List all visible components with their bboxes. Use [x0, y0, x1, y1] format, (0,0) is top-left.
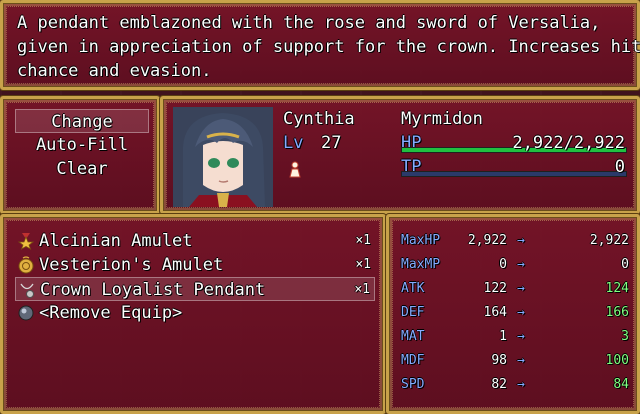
param-name: MDF	[401, 353, 425, 368]
param-row-mdf: MDF 98 → 100	[401, 349, 631, 373]
actor-portrait	[173, 107, 273, 207]
actor-level: 27	[321, 133, 342, 153]
help-text-line-3: chance and evasion.	[17, 61, 212, 81]
star-medal-icon	[17, 232, 35, 250]
param-current: 122	[483, 281, 507, 296]
item-row-crown-loyalist-pendant[interactable]: Crown Loyalist Pendant ×1	[15, 277, 375, 301]
param-current: 1	[499, 329, 507, 344]
gold-coin-amulet-icon	[17, 256, 35, 274]
actor-class: Myrmidon	[401, 109, 483, 129]
orb-icon	[17, 304, 35, 322]
item-name: <Remove Equip>	[39, 303, 183, 323]
right-arrow-icon: →	[517, 329, 525, 344]
item-name: Crown Loyalist Pendant	[40, 280, 266, 300]
actor-status-window: Cynthia Lv 27 Myrmidon HP 2,922/2,922 TP…	[160, 96, 640, 214]
param-name: ATK	[401, 281, 425, 296]
item-name: Alcinian Amulet	[39, 231, 193, 251]
param-current: 0	[499, 257, 507, 272]
command-window: Change Auto-Fill Clear	[0, 96, 160, 214]
param-current: 98	[491, 353, 507, 368]
param-new: 166	[605, 305, 629, 320]
hp-value: 2,922/2,922	[512, 133, 625, 153]
param-name: SPD	[401, 377, 425, 392]
item-row-remove-equip[interactable]: <Remove Equip>	[15, 301, 375, 325]
param-name: MaxHP	[401, 233, 441, 248]
right-arrow-icon: →	[517, 257, 525, 272]
param-row-atk: ATK 122 → 124	[401, 277, 631, 301]
figure-icon	[287, 161, 303, 179]
item-row-alcinian-amulet[interactable]: Alcinian Amulet ×1	[15, 229, 375, 253]
parameter-compare-window: MaxHP 2,922 → 2,922 MaxMP 0 → 0 ATK 122 …	[386, 214, 640, 414]
actor-name: Cynthia	[283, 109, 355, 129]
param-new: 124	[605, 281, 629, 296]
param-current: 82	[491, 377, 507, 392]
param-current: 164	[483, 305, 507, 320]
param-name: MAT	[401, 329, 425, 344]
param-row-maxmp: MaxMP 0 → 0	[401, 253, 631, 277]
param-new: 3	[621, 329, 629, 344]
right-arrow-icon: →	[517, 233, 525, 248]
param-row-spd: SPD 82 → 84	[401, 373, 631, 397]
right-arrow-icon: →	[517, 305, 525, 320]
param-row-maxhp: MaxHP 2,922 → 2,922	[401, 229, 631, 253]
param-new: 84	[613, 377, 629, 392]
param-name: MaxMP	[401, 257, 441, 272]
auto-fill-command[interactable]: Auto-Fill	[15, 133, 149, 157]
item-name: Vesterion's Amulet	[39, 255, 224, 275]
param-row-def: DEF 164 → 166	[401, 301, 631, 325]
level-label: Lv	[283, 133, 304, 153]
item-count: ×1	[354, 282, 370, 297]
help-text-line-2: given in appreciation of support for the…	[17, 37, 640, 57]
change-command[interactable]: Change	[15, 109, 149, 133]
item-row-vesterions-amulet[interactable]: Vesterion's Amulet ×1	[15, 253, 375, 277]
right-arrow-icon: →	[517, 281, 525, 296]
tp-value: 0	[614, 157, 625, 177]
param-current: 2,922	[467, 233, 507, 248]
param-row-mat: MAT 1 → 3	[401, 325, 631, 349]
right-arrow-icon: →	[517, 353, 525, 368]
clear-command[interactable]: Clear	[15, 157, 149, 181]
tp-gauge	[401, 171, 627, 177]
item-count: ×1	[355, 257, 371, 272]
param-new: 100	[605, 353, 629, 368]
param-new: 0	[621, 257, 629, 272]
item-count: ×1	[355, 233, 371, 248]
param-new: 2,922	[589, 233, 629, 248]
help-window: A pendant emblazoned with the rose and s…	[0, 0, 640, 90]
help-text-line-1: A pendant emblazoned with the rose and s…	[17, 13, 601, 33]
right-arrow-icon: →	[517, 377, 525, 392]
equip-item-window: Alcinian Amulet ×1 Vesterion's Amulet ×1…	[0, 214, 386, 414]
pendant-icon	[18, 281, 36, 299]
param-name: DEF	[401, 305, 425, 320]
